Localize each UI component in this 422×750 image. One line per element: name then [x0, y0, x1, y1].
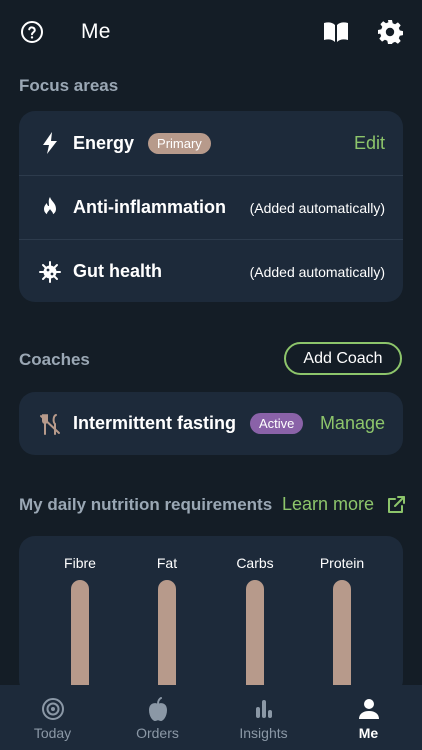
lightning-icon: [39, 132, 61, 154]
add-coach-button[interactable]: Add Coach: [284, 342, 402, 375]
nutrition-heading: My daily nutrition requirements: [19, 495, 273, 514]
nutrient-label: Fibre: [64, 555, 96, 571]
focus-areas-heading: Focus areas: [19, 76, 119, 95]
book-icon[interactable]: [322, 18, 350, 46]
coaches-card: Intermittent fasting Active Manage: [19, 392, 403, 455]
tab-label: Me: [358, 725, 379, 741]
focus-item-energy: Energy Primary Edit: [19, 111, 403, 175]
tab-orders[interactable]: Orders: [105, 685, 210, 750]
gut-bacteria-icon: [39, 260, 61, 283]
manage-link[interactable]: Manage: [320, 413, 385, 434]
learn-more-link[interactable]: Learn more: [282, 494, 406, 515]
tab-me[interactable]: Me: [316, 685, 421, 750]
nutrient-bar: [158, 580, 176, 696]
target-icon: [40, 696, 66, 722]
focus-item-gut-health: Gut health (Added automatically): [19, 239, 403, 303]
tab-insights[interactable]: Insights: [211, 685, 316, 750]
tab-label: Insights: [239, 725, 288, 741]
person-icon: [356, 696, 382, 722]
no-utensils-icon: [39, 413, 61, 435]
nutrient-label: Fat: [156, 555, 178, 571]
top-bar: Me: [0, 0, 422, 64]
nutrient-bar: [333, 580, 351, 696]
active-badge: Active: [250, 413, 304, 434]
focus-areas-card: Energy Primary Edit Anti-inflammation (A…: [19, 111, 403, 302]
primary-badge: Primary: [148, 132, 211, 154]
flame-icon: [39, 196, 61, 219]
edit-link[interactable]: Edit: [354, 133, 385, 154]
apple-icon: [145, 696, 171, 722]
page-title: Me: [81, 20, 111, 43]
coaches-heading: Coaches: [19, 350, 90, 369]
tab-label: Orders: [136, 725, 179, 741]
nutrient-label: Protein: [319, 555, 365, 571]
coach-item-intermittent-fasting: Intermittent fasting Active Manage: [19, 392, 403, 455]
help-icon[interactable]: [18, 18, 46, 46]
bar-chart-icon: [251, 696, 277, 722]
auto-added-note: (Added automatically): [249, 263, 385, 280]
coach-title: Intermittent fasting: [73, 413, 237, 433]
nutrient-bar: [71, 580, 89, 696]
nutrient-bar: [246, 580, 264, 696]
bottom-tab-bar: Today Orders Insights Me: [0, 685, 422, 750]
focus-item-title: Energy: [73, 132, 135, 153]
auto-added-note: (Added automatically): [249, 199, 385, 216]
tab-label: Today: [33, 725, 72, 741]
nutrition-card: Fibre Fat Carbs Protein: [19, 536, 403, 696]
gear-icon[interactable]: [376, 18, 404, 46]
external-link-icon: [386, 495, 406, 515]
focus-item-title: Gut health: [73, 261, 162, 281]
tab-today[interactable]: Today: [0, 685, 105, 750]
nutrient-label: Carbs: [236, 555, 274, 571]
focus-item-title: Anti-inflammation: [73, 197, 226, 217]
learn-more-label: Learn more: [282, 494, 375, 514]
focus-item-anti-inflammation: Anti-inflammation (Added automatically): [19, 175, 403, 239]
